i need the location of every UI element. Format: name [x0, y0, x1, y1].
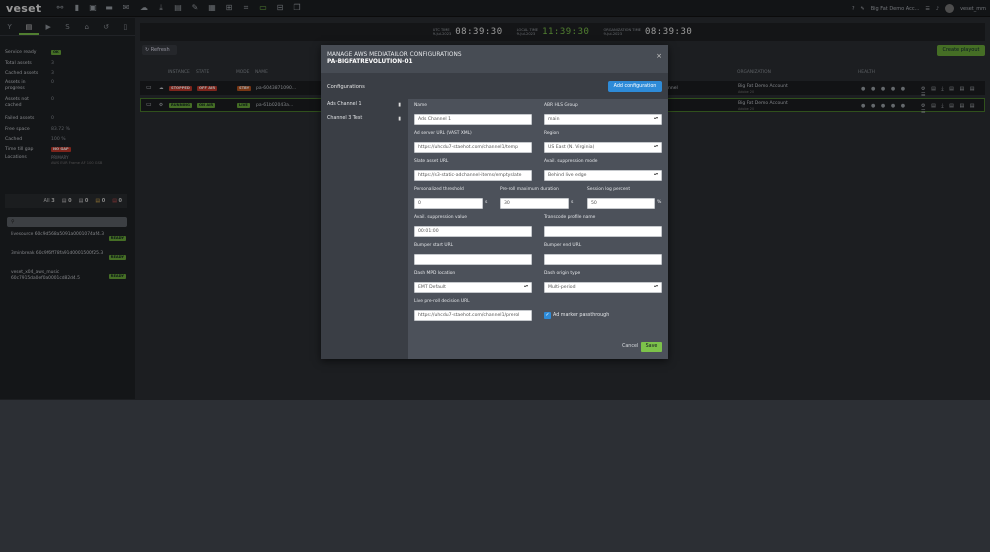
avail-value-label: Avail. suppression value — [414, 215, 467, 220]
add-configuration-button[interactable]: Add configuration — [608, 81, 662, 92]
avail-mode-select[interactable]: Behind live edge — [544, 170, 662, 181]
live-preroll-input[interactable]: https://uhcdu7-staehot.com/channel1/prer… — [414, 310, 532, 321]
threshold-input[interactable]: 0 — [414, 198, 483, 209]
dash-mpd-select[interactable]: EMT Default — [414, 282, 532, 293]
transcode-input[interactable] — [544, 226, 662, 237]
mediatailor-modal: MANAGE AWS MEDIATAILOR CONFIGURATIONS PA… — [321, 45, 668, 359]
slate-label: Slate asset URL — [414, 159, 449, 164]
abr-label: ABR HLS Group — [544, 103, 578, 108]
channel-item[interactable]: Channel 3 Test ▮ — [327, 115, 403, 123]
channel-list: Ads Channel 1 ▮ Channel 3 Test ▮ — [321, 99, 407, 359]
bumper-start-label: Bumper start URL — [414, 243, 454, 248]
save-button[interactable]: Save — [641, 342, 662, 352]
name-input[interactable]: Ads Channel 1 — [414, 114, 532, 125]
preroll-label: Pre-roll maximum duration — [500, 187, 559, 192]
threshold-unit: s — [485, 200, 488, 205]
session-input[interactable]: 50 — [587, 198, 655, 209]
channel-item[interactable]: Ads Channel 1 ▮ — [327, 101, 403, 109]
bumper-end-label: Bumper end URL — [544, 243, 582, 248]
trash-icon[interactable]: ▮ — [398, 115, 401, 123]
bottom-area — [0, 400, 990, 552]
modal-subtitle: PA-BIGFATREVOLUTION-01 — [327, 59, 413, 65]
cancel-button[interactable]: Cancel — [622, 344, 638, 349]
configuration-form: Name Ads Channel 1 ABR HLS Group main Ad… — [408, 99, 668, 359]
preroll-input[interactable]: 30 — [500, 198, 569, 209]
dash-origin-label: Dash origin type — [544, 271, 581, 276]
avail-mode-label: Avail. suppression mode — [544, 159, 598, 164]
threshold-label: Personalized threshold — [414, 187, 464, 192]
preroll-unit: s — [571, 200, 574, 205]
modal-header: MANAGE AWS MEDIATAILOR CONFIGURATIONS PA… — [321, 45, 668, 73]
transcode-label: Transcode profile name — [544, 215, 596, 220]
region-label: Region — [544, 131, 560, 136]
dash-mpd-label: Dash MPD location — [414, 271, 456, 276]
trash-icon[interactable]: ▮ — [398, 101, 401, 109]
region-select[interactable]: US East (N. Virginia) — [544, 142, 662, 153]
avail-value-input[interactable]: 00:01:00 — [414, 226, 532, 237]
abr-select[interactable]: main — [544, 114, 662, 125]
modal-title: MANAGE AWS MEDIATAILOR CONFIGURATIONS — [327, 52, 462, 58]
session-label: Session log percent — [587, 187, 631, 192]
name-label: Name — [414, 103, 427, 108]
bumper-start-input[interactable] — [414, 254, 532, 265]
configurations-label: Configurations — [327, 84, 365, 90]
ad-server-label: Ad server URL (VAST XML) — [414, 131, 472, 136]
bumper-end-input[interactable] — [544, 254, 662, 265]
dash-origin-select[interactable]: Multi-period — [544, 282, 662, 293]
session-unit: % — [657, 200, 662, 205]
slate-input[interactable]: https://s3-static-adchannel-items/emptys… — [414, 170, 532, 181]
close-icon[interactable]: × — [656, 52, 662, 60]
live-preroll-label: Live pre-roll decision URL — [414, 299, 470, 304]
passthrough-label: Ad marker passthrough — [553, 313, 610, 318]
ad-server-input[interactable]: https://uhcdu7-staehot.com/channel1/temp — [414, 142, 532, 153]
passthrough-checkbox[interactable]: ✓ — [544, 312, 551, 319]
